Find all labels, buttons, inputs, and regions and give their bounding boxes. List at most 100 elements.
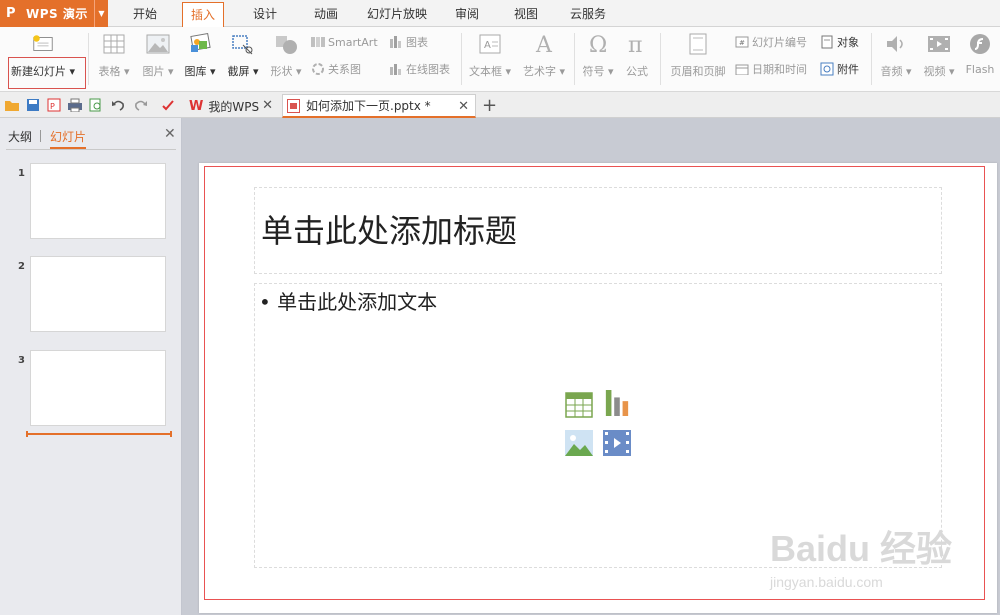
online-chart-label: 在线图表: [406, 63, 450, 76]
wordart-label: 艺术字: [522, 65, 556, 78]
tab-review[interactable]: 审阅: [446, 0, 488, 27]
audio-label: 音频: [880, 65, 903, 78]
screenshot-icon: [231, 31, 255, 57]
svg-text:A: A: [484, 40, 491, 51]
slide-thumbnail-2[interactable]: [30, 256, 166, 332]
picture-icon: [146, 31, 170, 57]
chevron-down-icon[interactable]: ▼: [94, 0, 108, 27]
tab-my-wps[interactable]: W 我的WPS ✕: [185, 94, 279, 118]
slide-thumbnail-1[interactable]: [30, 163, 166, 239]
tab-design[interactable]: 设计: [244, 0, 286, 27]
undo-icon[interactable]: [110, 97, 126, 113]
save-icon[interactable]: [25, 97, 41, 113]
smartart-icon: [311, 35, 325, 49]
close-pane-icon[interactable]: ✕: [164, 126, 176, 142]
tab-cloud[interactable]: 云服务: [565, 0, 611, 27]
tab-insert[interactable]: 插入: [182, 2, 224, 29]
insertion-marker: [26, 431, 172, 437]
chart-button[interactable]: 图表: [389, 33, 428, 51]
insert-picture-icon[interactable]: [565, 430, 593, 456]
audio-button[interactable]: 音频 ▾: [877, 31, 915, 87]
textbox-button[interactable]: A 文本框 ▾: [466, 31, 514, 87]
slide-number-label: 幻灯片编号: [752, 36, 807, 49]
picture-button[interactable]: 图片 ▾: [139, 31, 177, 87]
video-button[interactable]: 视频 ▾: [920, 31, 958, 87]
flash-button[interactable]: Flash: [962, 31, 998, 87]
close-icon[interactable]: ✕: [458, 99, 469, 114]
export-pdf-icon[interactable]: P: [46, 97, 62, 113]
table-icon: [102, 31, 126, 57]
symbol-label: 符号: [582, 65, 605, 78]
redo-icon[interactable]: [133, 97, 149, 113]
close-icon[interactable]: ✕: [262, 98, 273, 113]
doc-tab-label: 我的WPS: [208, 99, 260, 114]
app-name: WPS 演示: [26, 7, 88, 21]
smartart-button[interactable]: SmartArt: [311, 33, 378, 51]
insert-video-icon[interactable]: [603, 430, 631, 456]
wps-logo-icon: W: [189, 98, 204, 114]
menu-bar: P WPS 演示 ▼ 开始 插入 设计 动画 幻灯片放映 审阅 视图 云服务: [0, 0, 1000, 29]
flash-label: Flash: [965, 63, 995, 76]
online-chart-button[interactable]: 在线图表: [389, 60, 450, 78]
ribbon-divider: [461, 33, 462, 85]
print-preview-icon[interactable]: [88, 97, 104, 113]
attachment-label: 附件: [837, 63, 859, 76]
new-tab-plus-icon[interactable]: +: [482, 95, 497, 116]
ribbon-divider: [871, 33, 872, 85]
relation-chart-icon: [311, 62, 325, 76]
doc-tab-label: 如何添加下一页.pptx *: [306, 99, 431, 113]
smartart-label: SmartArt: [328, 35, 378, 49]
title-placeholder-text: 单击此处添加标题: [261, 212, 518, 250]
slide-number-button[interactable]: # 幻灯片编号: [735, 33, 807, 51]
ribbon-divider: [574, 33, 575, 85]
calendar-icon: [735, 62, 749, 76]
shape-button[interactable]: 形状 ▾: [268, 31, 304, 87]
gallery-button[interactable]: 图库 ▾: [182, 31, 218, 87]
tab-current-document[interactable]: 如何添加下一页.pptx * ✕: [282, 94, 476, 118]
wps-presentation-logo-icon: P: [6, 5, 16, 21]
wordart-button[interactable]: A 艺术字 ▾: [520, 31, 568, 87]
insert-chart-icon[interactable]: [603, 390, 631, 416]
tab-slideshow[interactable]: 幻灯片放映: [364, 0, 430, 27]
screenshot-button[interactable]: 截屏 ▾: [224, 31, 262, 87]
slide-thumbnail-3[interactable]: [30, 350, 166, 426]
pptx-file-icon: [287, 98, 300, 113]
svg-text:#: #: [739, 39, 745, 47]
formula-label: 公式: [626, 65, 648, 78]
slide-number-icon: #: [735, 35, 749, 49]
print-icon[interactable]: [67, 97, 83, 113]
insert-table-icon[interactable]: [565, 392, 593, 418]
svg-text:A: A: [535, 33, 553, 55]
date-time-button[interactable]: 日期和时间: [735, 60, 807, 78]
app-menu-button[interactable]: P WPS 演示 ▼: [0, 0, 108, 27]
video-label: 视频: [923, 65, 946, 78]
slide-number: 1: [18, 168, 25, 179]
svg-text:Ω: Ω: [589, 33, 607, 55]
tab-slides[interactable]: 幻灯片: [50, 128, 87, 149]
new-slide-icon: [31, 31, 55, 57]
gallery-label: 图库: [184, 65, 207, 78]
customize-toolbar-icon[interactable]: [160, 97, 176, 113]
tab-outline[interactable]: 大纲: [8, 128, 32, 145]
title-placeholder[interactable]: 单击此处添加标题: [254, 187, 942, 274]
textbox-label: 文本框: [468, 65, 502, 78]
formula-button[interactable]: π 公式: [620, 31, 654, 87]
table-button[interactable]: 表格 ▾: [96, 31, 132, 87]
header-footer-icon: [686, 31, 710, 57]
picture-label: 图片: [142, 65, 165, 78]
open-folder-icon[interactable]: [4, 97, 20, 113]
pane-divider: [6, 149, 176, 150]
symbol-button[interactable]: Ω 符号 ▾: [578, 31, 618, 87]
attachment-button[interactable]: 附件: [820, 60, 859, 78]
tab-view[interactable]: 视图: [505, 0, 547, 27]
table-label: 表格: [98, 65, 121, 78]
tab-animation[interactable]: 动画: [304, 0, 348, 27]
object-button[interactable]: 对象: [820, 33, 859, 51]
relation-chart-label: 关系图: [328, 63, 361, 76]
omega-symbol-icon: Ω: [586, 31, 610, 57]
slide-number: 2: [18, 261, 25, 272]
header-footer-button[interactable]: 页眉和页脚: [666, 31, 730, 87]
tab-home[interactable]: 开始: [122, 0, 168, 27]
relation-chart-button[interactable]: 关系图: [311, 60, 361, 78]
wordart-icon: A: [532, 31, 556, 57]
